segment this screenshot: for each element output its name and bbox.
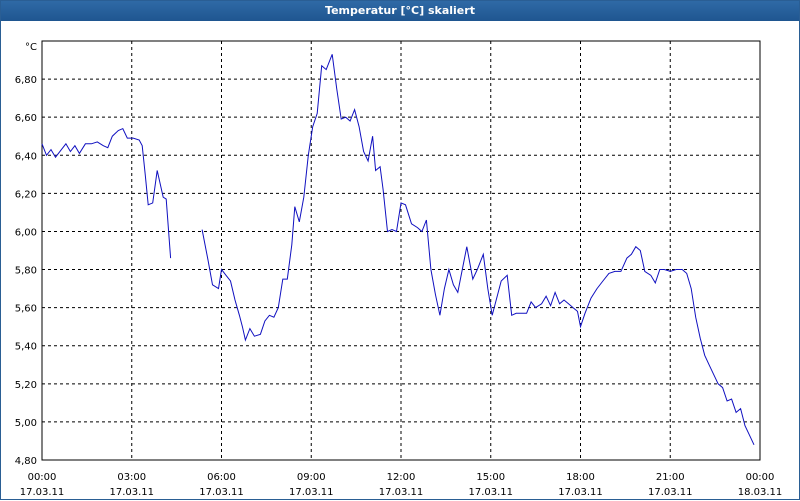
- y-tick-label: 6,40: [15, 151, 37, 162]
- temperature-chart: 4,80 5,00 5,20 5,40 5,60 5,80 6,00 6,20 6,40 6,60…: [15, 40, 783, 498]
- y-axis-unit: °C: [25, 42, 37, 53]
- y-tick-label: 6,80: [15, 75, 37, 86]
- y-tick-label: 6,00: [15, 227, 37, 238]
- y-tick-label: 6,60: [15, 113, 37, 124]
- y-tick-label: 5,00: [15, 418, 37, 429]
- y-tick-label: 5,40: [15, 342, 37, 353]
- y-tick-label: 5,20: [15, 380, 37, 391]
- x-tick-time: 06:00: [207, 472, 236, 483]
- x-tick-date: 17.03.11: [109, 487, 154, 498]
- chart-window: Temperatur [°C] skaliert 4,80 5,00 5,20 5,4…: [0, 0, 800, 500]
- x-tick-date: 17.03.11: [289, 487, 334, 498]
- x-tick-date: 18.03.11: [738, 487, 783, 498]
- x-tick-date: 17.03.11: [468, 487, 513, 498]
- grid-lines: [42, 41, 760, 460]
- y-tick-label: 5,60: [15, 304, 37, 315]
- x-tick-time: 12:00: [387, 472, 416, 483]
- x-tick-time: 09:00: [297, 472, 326, 483]
- y-axis-ticks: 4,80 5,00 5,20 5,40 5,60 5,80 6,00 6,20 6,40 6,60…: [15, 75, 37, 467]
- x-tick-time: 18:00: [566, 472, 595, 483]
- x-tick-date: 17.03.11: [648, 487, 693, 498]
- x-tick-time: 03:00: [117, 472, 146, 483]
- x-tick-time: 21:00: [656, 472, 685, 483]
- x-tick-time: 00:00: [746, 472, 775, 483]
- y-tick-label: 6,20: [15, 189, 37, 200]
- y-tick-label: 5,80: [15, 266, 37, 277]
- series-lines: [41, 54, 755, 446]
- x-tick-date: 17.03.11: [199, 487, 244, 498]
- x-axis-ticks: 00:00 17.03.11 03:00 17.03.11 06:00 17.03.11 0…: [20, 472, 783, 498]
- series-line: [201, 54, 755, 446]
- x-tick-date: 17.03.11: [20, 487, 65, 498]
- x-tick-date: 17.03.11: [558, 487, 603, 498]
- x-tick-time: 00:00: [28, 472, 57, 483]
- x-tick-time: 15:00: [476, 472, 505, 483]
- x-tick-date: 17.03.11: [379, 487, 424, 498]
- y-tick-label: 4,80: [15, 456, 37, 467]
